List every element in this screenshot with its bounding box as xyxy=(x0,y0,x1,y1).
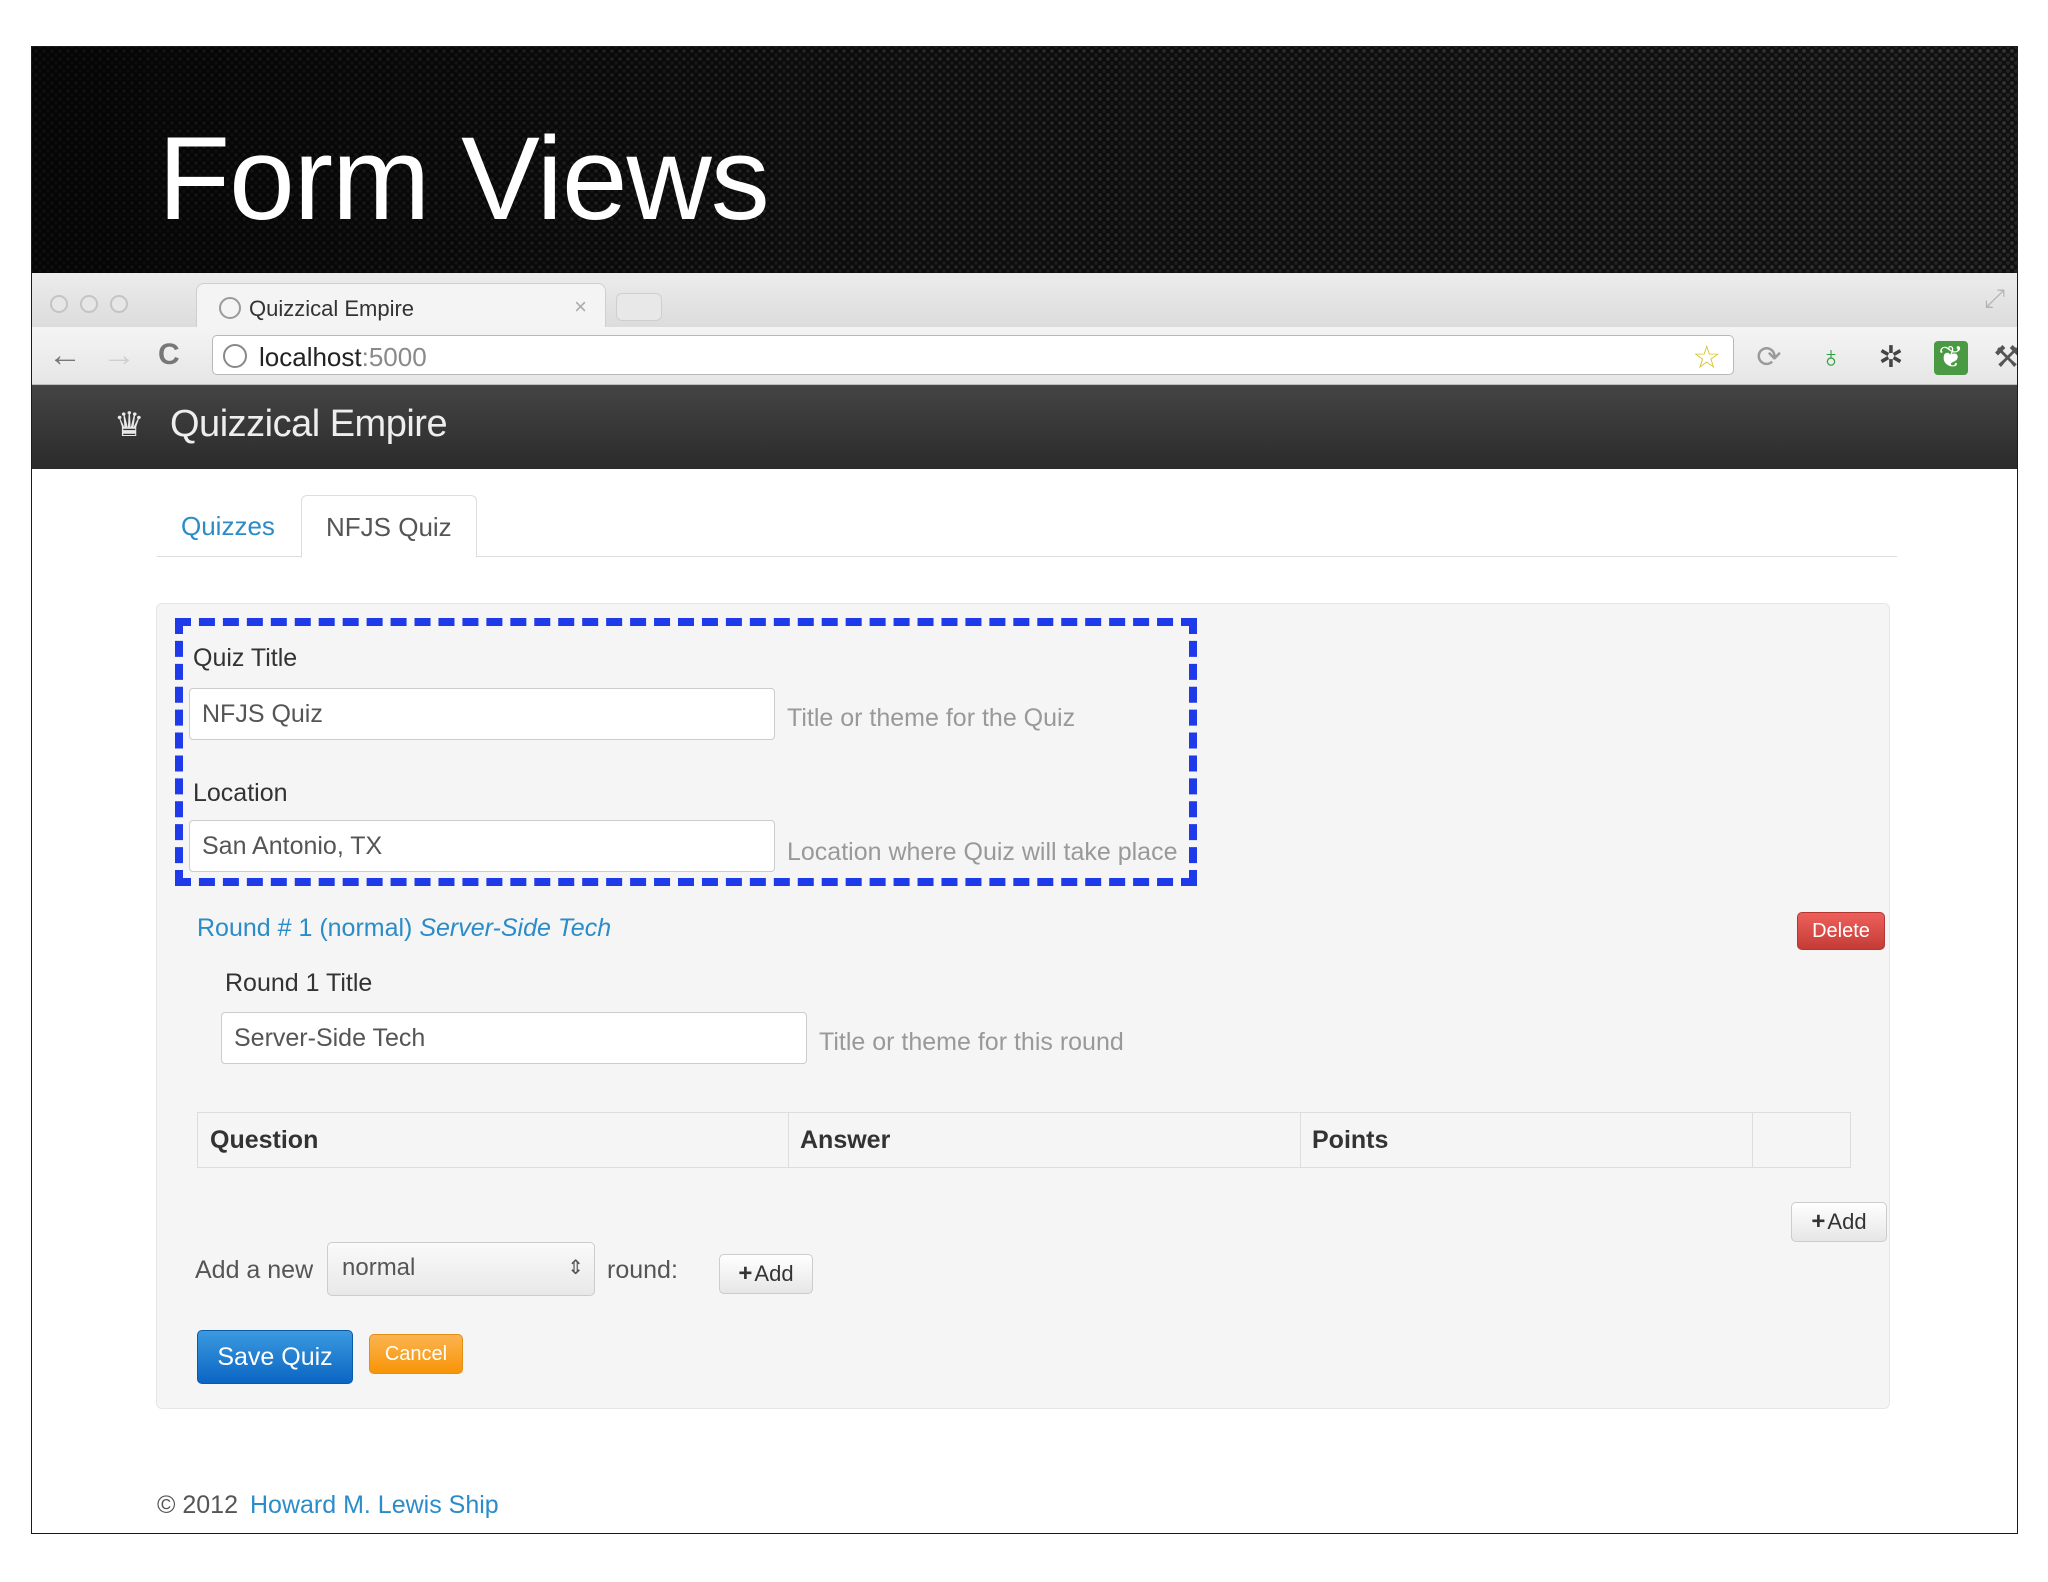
add-round-button[interactable]: +Add xyxy=(719,1254,813,1294)
column-header-answer: Answer xyxy=(800,1126,891,1154)
location-label: Location xyxy=(193,779,288,807)
fullscreen-icon[interactable]: ⤢ xyxy=(1984,283,2005,315)
close-window-button[interactable] xyxy=(50,295,68,313)
browser-window: Quizzical Empire × ⤢ ← → C localhost:500… xyxy=(32,273,2017,1533)
question-table: Question Answer Points xyxy=(197,1112,1851,1168)
back-button[interactable]: ← xyxy=(48,335,82,375)
browser-tab-title: Quizzical Empire xyxy=(249,296,415,321)
forward-button[interactable]: → xyxy=(102,335,136,375)
quiz-title-label: Quiz Title xyxy=(193,644,298,672)
browser-tabstrip: Quizzical Empire × ⤢ xyxy=(32,273,2017,329)
bookmark-star-icon[interactable]: ☆ xyxy=(1692,338,1721,376)
minimize-window-button[interactable] xyxy=(80,295,98,313)
wrench-icon[interactable]: ⚒ xyxy=(1990,341,2017,375)
evernote-icon[interactable]: ❦ xyxy=(1934,341,1968,375)
save-quiz-button[interactable]: Save Quiz xyxy=(197,1330,353,1384)
add-round-suffix: round: xyxy=(607,1256,678,1284)
tab-quizzes[interactable]: Quizzes xyxy=(157,495,299,557)
plus-icon: + xyxy=(1811,1208,1826,1235)
slide-header: Form Views xyxy=(32,47,2017,273)
add-question-button[interactable]: +Add xyxy=(1791,1202,1887,1242)
brand-name[interactable]: Quizzical Empire xyxy=(170,403,448,446)
page-tabs: Quizzes NFJS Quiz xyxy=(157,495,1897,558)
round-title-help: Title or theme for this round xyxy=(819,1028,1124,1056)
cancel-button[interactable]: Cancel xyxy=(369,1334,463,1374)
address-bar[interactable]: localhost:5000 ☆ xyxy=(212,335,1734,375)
zoom-window-button[interactable] xyxy=(110,295,128,313)
column-header-points: Points xyxy=(1312,1126,1389,1154)
copyright: © 2012 xyxy=(157,1491,238,1519)
column-header-question: Question xyxy=(210,1126,319,1154)
quiz-title-help: Title or theme for the Quiz xyxy=(787,704,1076,732)
page-info-icon[interactable] xyxy=(223,344,247,368)
close-tab-icon[interactable]: × xyxy=(574,294,587,320)
slide: Form Views Quizzical Empire × ⤢ ← → C lo… xyxy=(31,46,2018,1534)
browser-tab[interactable]: Quizzical Empire × xyxy=(196,283,606,329)
location-input[interactable]: San Antonio, TX xyxy=(189,820,775,872)
crown-logo-icon: ♛ xyxy=(114,406,145,444)
location-help: Location where Quiz will take place xyxy=(787,838,1178,866)
wrench-puzzle-icon[interactable]: ✲ xyxy=(1874,341,1908,375)
quiz-form: Quiz Title NFJS Quiz Title or theme for … xyxy=(156,603,1890,1409)
quiz-title-input[interactable]: NFJS Quiz xyxy=(189,688,775,740)
round-title-input[interactable]: Server-Side Tech xyxy=(221,1012,807,1064)
footer: © 2012 Howard M. Lewis Ship xyxy=(157,1491,499,1520)
browser-toolbar: ← → C localhost:5000 ☆ ⟳ ♁ ✲ ❦ ⚒ xyxy=(32,327,2017,385)
reload-button[interactable]: C xyxy=(158,335,180,375)
sync-icon[interactable]: ⟳ xyxy=(1752,341,1786,375)
round-type-select[interactable]: normal ⇕ xyxy=(327,1242,595,1296)
author-link[interactable]: Howard M. Lewis Ship xyxy=(250,1491,499,1519)
round-toggle-link[interactable]: Round # 1 (normal) Server-Side Tech xyxy=(197,914,611,943)
app-navbar: ♛ Quizzical Empire xyxy=(32,385,2017,469)
delete-round-button[interactable]: Delete xyxy=(1797,912,1885,950)
green-extension-icon[interactable]: ♁ xyxy=(1814,341,1848,375)
globe-icon xyxy=(219,297,241,319)
new-tab-button[interactable] xyxy=(616,293,662,321)
slide-title: Form Views xyxy=(158,113,770,245)
tab-nfjs-quiz[interactable]: NFJS Quiz xyxy=(301,495,477,558)
round-title-label: Round 1 Title xyxy=(225,969,373,997)
select-arrows-icon: ⇕ xyxy=(567,1257,584,1279)
add-round-prefix: Add a new xyxy=(195,1256,314,1284)
plus-icon: + xyxy=(738,1260,753,1287)
address-url: localhost:5000 xyxy=(259,342,427,372)
